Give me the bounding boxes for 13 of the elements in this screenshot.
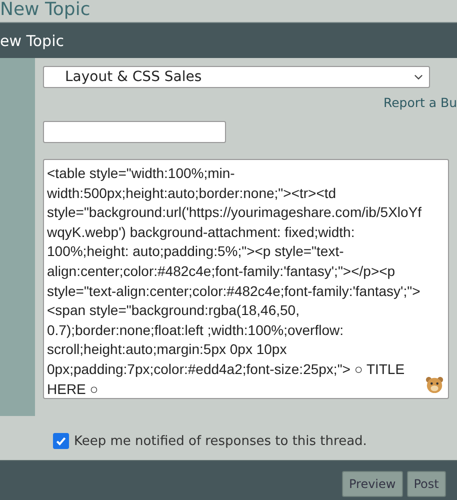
notify-label: Keep me notified of responses to this thread. xyxy=(74,434,367,448)
notify-checkbox[interactable] xyxy=(53,433,69,449)
report-link[interactable]: Report a Bu xyxy=(383,94,457,110)
bear-face-icon xyxy=(425,375,444,394)
post-button[interactable]: Post xyxy=(406,471,446,497)
panel-title: ew Topic xyxy=(0,32,64,50)
message-field[interactable]: <table style="width:100%;min-width:500px;height:auto;border:none;"><tr><td style="background:url('https://yourimageshare.com/ib/5XloYfwqyK.webp') background-attachment: fixed;width: 100%;height: auto;padding:5%;"><p style="text-align:center;color:#482c4e;font-family:'fantasy';"></p><p style="text-align:center;color:#482c4e;font-family:'fantasy';"><span style="background:rgba(18,46,50, 0.7);border:none;float:left ;width:100%;overflow: scroll;height:auto;margin:5px 0px 10px 0px;padding:7px;color:#edd4a2;font-size:25px;"> ○ TITLE HERE ○ xyxy=(43,159,449,399)
page-title: New Topic xyxy=(0,0,90,21)
subject-field[interactable] xyxy=(43,121,226,143)
forum-select[interactable]: Layout & CSS Sales xyxy=(43,66,430,88)
chevron-down-icon xyxy=(414,74,423,80)
preview-button[interactable]: Preview xyxy=(342,471,403,497)
check-icon xyxy=(55,435,67,447)
